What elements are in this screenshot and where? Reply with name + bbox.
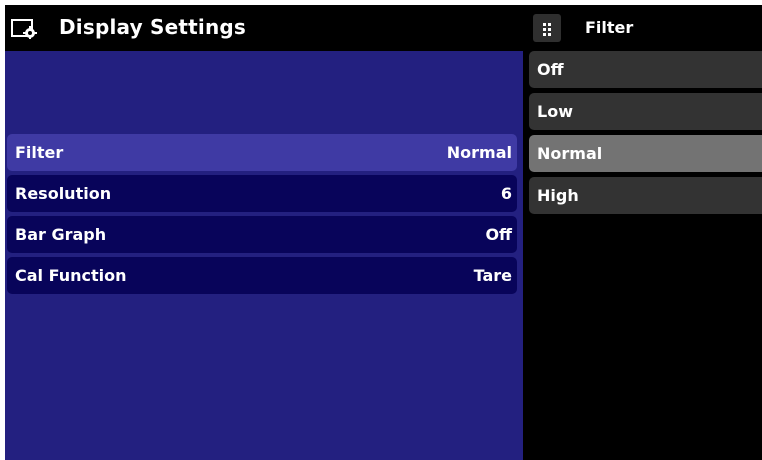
grid-menu-icon[interactable] [533,14,561,42]
option-label: Off [537,60,564,79]
row-label: Bar Graph [15,225,107,244]
row-label: Cal Function [15,266,127,285]
row-value: Off [485,225,512,244]
option-high[interactable]: High [529,177,762,214]
settings-row-bar-graph[interactable]: Bar Graph Off [7,216,517,253]
option-normal[interactable]: Normal [529,135,762,172]
row-value: Normal [446,143,512,162]
settings-display-icon [11,19,37,39]
settings-row-filter[interactable]: Filter Normal [7,134,517,171]
row-label: Resolution [15,184,112,203]
row-value: Tare [473,266,512,285]
settings-row-cal-function[interactable]: Cal Function Tare [7,257,517,294]
option-label: High [537,186,579,205]
settings-row-resolution[interactable]: Resolution 6 [7,175,517,212]
option-off[interactable]: Off [529,51,762,88]
settings-panel: Filter Normal Resolution 6 Bar Graph Off… [5,51,523,460]
options-header: Filter [523,5,762,51]
page-title: Display Settings [59,15,247,39]
row-value: 6 [500,184,512,203]
option-label: Low [537,102,573,121]
settings-header: Display Settings [5,5,523,51]
option-label: Normal [537,144,603,163]
device-screen: Display Settings Filter Normal Resolutio… [5,5,762,460]
option-low[interactable]: Low [529,93,762,130]
row-label: Filter [15,143,64,162]
options-title: Filter [585,18,634,37]
